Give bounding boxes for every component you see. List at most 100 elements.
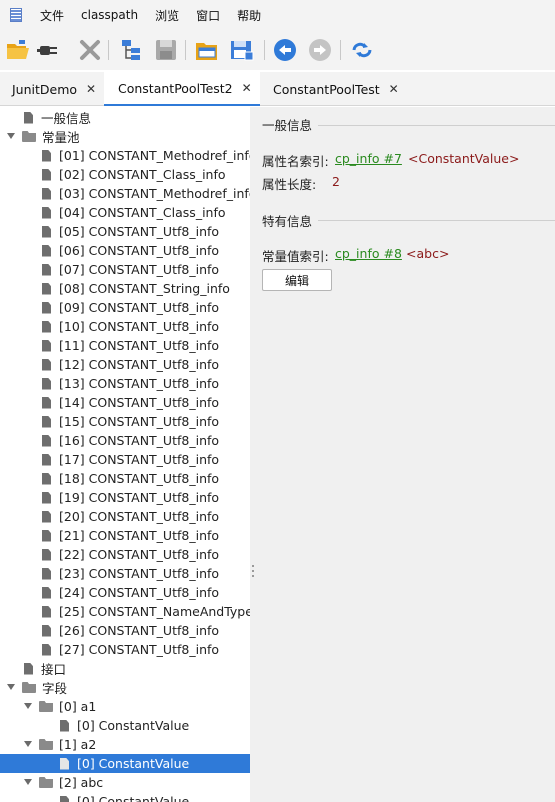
tree-item-field-a2[interactable]: [1] a2	[0, 735, 250, 754]
tree-item-constant[interactable]: [22] CONSTANT_Utf8_info	[0, 545, 250, 564]
tree-item-interfaces[interactable]: 接口	[0, 659, 250, 678]
toolbar-separator	[108, 40, 109, 60]
menu-help[interactable]: 帮助	[237, 7, 261, 24]
tree-item-constant[interactable]: [05] CONSTANT_Utf8_info	[0, 222, 250, 241]
tab-junitdemo[interactable]: JunitDemo ✕	[0, 72, 104, 106]
open-folder-icon[interactable]	[6, 38, 30, 62]
tab-label: ConstantPoolTest2	[118, 80, 233, 96]
class-tree[interactable]: 一般信息 常量池 接口 字段 [0] a1 [0] ConstantValue …	[0, 107, 250, 802]
tree-item-field-abc[interactable]: [2] abc	[0, 773, 250, 792]
tree-item-label: [1] a2	[59, 737, 97, 752]
tree-item-constant[interactable]: [21] CONSTANT_Utf8_info	[0, 526, 250, 545]
close-x-icon[interactable]	[78, 38, 102, 62]
tree-item-constant[interactable]: [01] CONSTANT_Methodref_info	[0, 146, 250, 165]
tree-item-attribute-selected[interactable]: [0] ConstantValue	[0, 754, 250, 773]
file-icon	[42, 491, 51, 504]
open-file-icon[interactable]	[195, 38, 219, 62]
tree-item-label: [08] CONSTANT_String_info	[59, 281, 230, 296]
tree-item-constant[interactable]: [25] CONSTANT_NameAndType_i	[0, 602, 250, 621]
chevron-down-icon[interactable]	[23, 740, 33, 750]
tree-item-constant[interactable]: [17] CONSTANT_Utf8_info	[0, 450, 250, 469]
const-value-index-link[interactable]: cp_info #8	[335, 246, 402, 261]
tree-item-constant[interactable]: [16] CONSTANT_Utf8_info	[0, 431, 250, 450]
tree-item-constant[interactable]: [20] CONSTANT_Utf8_info	[0, 507, 250, 526]
tree-item-general-info[interactable]: 一般信息	[0, 108, 250, 127]
toolbar	[0, 30, 555, 70]
attr-name-index-link[interactable]: cp_info #7	[335, 151, 402, 166]
tree-item-constant[interactable]: [24] CONSTANT_Utf8_info	[0, 583, 250, 602]
tree-item-constant[interactable]: [04] CONSTANT_Class_info	[0, 203, 250, 222]
tree-item-constant[interactable]: [26] CONSTANT_Utf8_info	[0, 621, 250, 640]
tree-item-label: [23] CONSTANT_Utf8_info	[59, 566, 220, 581]
close-icon[interactable]: ✕	[242, 81, 252, 95]
tree-item-label: [2] abc	[59, 775, 104, 790]
file-icon	[42, 415, 51, 428]
file-icon	[42, 301, 51, 314]
close-icon[interactable]: ✕	[389, 82, 399, 96]
chevron-down-icon[interactable]	[23, 702, 33, 712]
tree-item-constant[interactable]: [10] CONSTANT_Utf8_info	[0, 317, 250, 336]
tab-constantpooltest2[interactable]: ConstantPoolTest2 ✕	[104, 72, 260, 106]
tree-item-constant[interactable]: [13] CONSTANT_Utf8_info	[0, 374, 250, 393]
tree-item-attribute[interactable]: [0] ConstantValue	[0, 792, 250, 802]
file-icon	[42, 339, 51, 352]
file-icon	[42, 567, 51, 580]
tree-icon[interactable]	[119, 38, 143, 62]
tree-item-constant[interactable]: [06] CONSTANT_Utf8_info	[0, 241, 250, 260]
folder-open-icon	[39, 777, 53, 788]
save-as-icon[interactable]	[230, 38, 254, 62]
menu-classpath[interactable]: classpath	[81, 8, 138, 22]
toolbar-separator	[264, 40, 265, 60]
edit-button[interactable]: 编辑	[262, 269, 332, 291]
chevron-down-icon[interactable]	[6, 132, 16, 142]
tree-item-label: [15] CONSTANT_Utf8_info	[59, 414, 220, 429]
refresh-icon[interactable]	[350, 38, 374, 62]
tree-item-constant[interactable]: [11] CONSTANT_Utf8_info	[0, 336, 250, 355]
tree-item-constant[interactable]: [23] CONSTANT_Utf8_info	[0, 564, 250, 583]
tab-label: JunitDemo	[12, 81, 78, 97]
tree-item-label: [18] CONSTANT_Utf8_info	[59, 471, 220, 486]
tree-item-constant[interactable]: [07] CONSTANT_Utf8_info	[0, 260, 250, 279]
tree-item-constant[interactable]: [15] CONSTANT_Utf8_info	[0, 412, 250, 431]
plug-icon[interactable]	[37, 38, 61, 62]
file-icon	[60, 719, 69, 732]
tab-constantpooltest[interactable]: ConstantPoolTest ✕	[260, 72, 400, 106]
tree-item-label: [25] CONSTANT_NameAndType_i	[59, 604, 250, 619]
tree-item-constant[interactable]: [19] CONSTANT_Utf8_info	[0, 488, 250, 507]
tree-item-field-a1[interactable]: [0] a1	[0, 697, 250, 716]
tree-item-fields[interactable]: 字段	[0, 678, 250, 697]
tree-item-label: [0] a1	[59, 699, 97, 714]
drag-handle-icon[interactable]	[251, 565, 254, 579]
tree-item-label: [05] CONSTANT_Utf8_info	[59, 224, 220, 239]
toolbar-separator	[340, 40, 341, 60]
menu-browse[interactable]: 浏览	[155, 7, 179, 24]
tree-item-constant[interactable]: [14] CONSTANT_Utf8_info	[0, 393, 250, 412]
tree-item-constant[interactable]: [27] CONSTANT_Utf8_info	[0, 640, 250, 659]
divider	[318, 220, 555, 221]
back-arrow-icon[interactable]	[273, 38, 297, 62]
file-icon	[42, 244, 51, 257]
file-icon	[60, 795, 69, 802]
tree-item-label: [03] CONSTANT_Methodref_info	[59, 186, 250, 201]
forward-arrow-icon[interactable]	[308, 38, 332, 62]
menu-file[interactable]: 文件	[40, 7, 64, 24]
close-icon[interactable]: ✕	[86, 82, 96, 96]
tree-item-constant[interactable]: [12] CONSTANT_Utf8_info	[0, 355, 250, 374]
tree-item-label: [02] CONSTANT_Class_info	[59, 167, 226, 182]
tree-item-label: [01] CONSTANT_Methodref_info	[59, 148, 250, 163]
tree-item-constant[interactable]: [08] CONSTANT_String_info	[0, 279, 250, 298]
tree-item-attribute[interactable]: [0] ConstantValue	[0, 716, 250, 735]
tree-item-label: 常量池	[42, 130, 80, 145]
tree-item-constant[interactable]: [02] CONSTANT_Class_info	[0, 165, 250, 184]
chevron-down-icon[interactable]	[6, 683, 16, 693]
chevron-down-icon[interactable]	[23, 778, 33, 788]
tree-item-constant[interactable]: [18] CONSTANT_Utf8_info	[0, 469, 250, 488]
file-icon	[42, 187, 51, 200]
folder-open-icon	[39, 701, 53, 712]
tree-item-constant[interactable]: [09] CONSTANT_Utf8_info	[0, 298, 250, 317]
menu-window[interactable]: 窗口	[196, 7, 220, 24]
tree-item-constant[interactable]: [03] CONSTANT_Methodref_info	[0, 184, 250, 203]
tree-item-constant-pool[interactable]: 常量池	[0, 127, 250, 146]
save-icon[interactable]	[154, 38, 178, 62]
tree-item-label: [07] CONSTANT_Utf8_info	[59, 262, 220, 277]
